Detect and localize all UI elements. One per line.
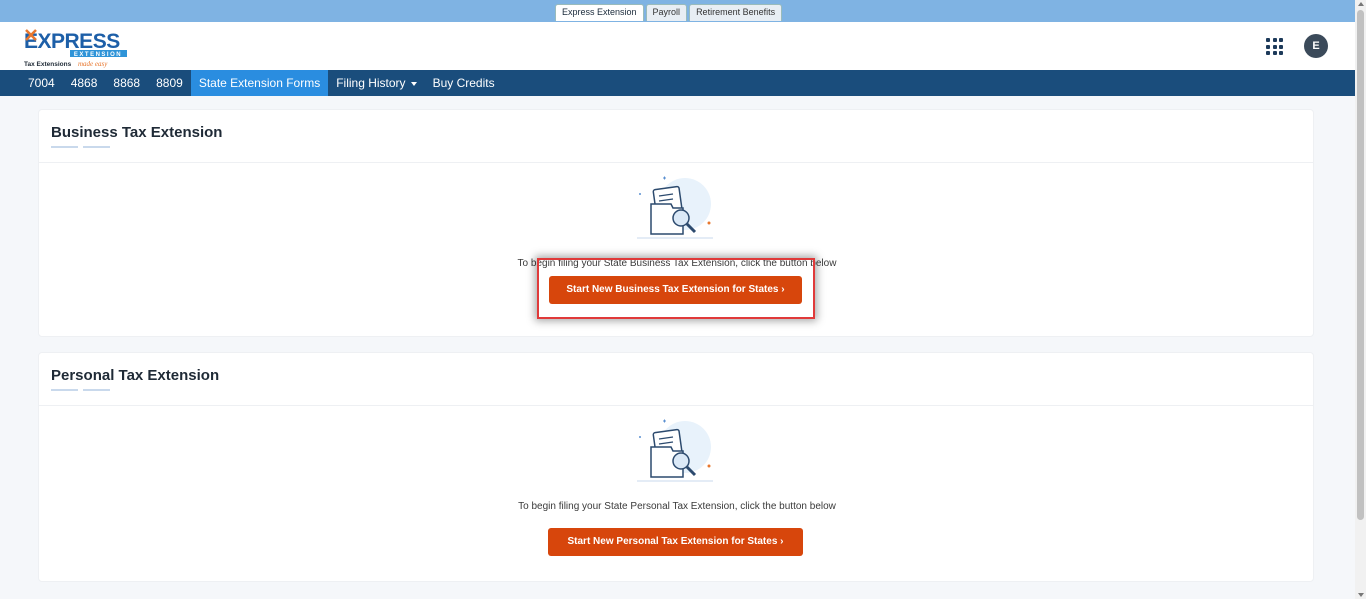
tab-express-extension[interactable]: Express Extension <box>555 4 644 21</box>
nav-state-extension-forms[interactable]: State Extension Forms <box>190 70 329 96</box>
tab-payroll[interactable]: Payroll <box>645 4 688 21</box>
nav-8868[interactable]: 8868 <box>105 70 148 96</box>
user-avatar[interactable]: E <box>1304 34 1328 58</box>
title-underline <box>83 146 110 148</box>
scrollbar-thumb[interactable] <box>1357 10 1364 520</box>
chevron-down-icon <box>410 81 417 86</box>
tab-retirement-benefits[interactable]: Retirement Benefits <box>689 4 783 21</box>
card-title: Business Tax Extension <box>51 124 223 141</box>
logo-tagline: Tax Extensions <box>24 61 72 68</box>
scroll-up-icon[interactable] <box>1358 2 1364 6</box>
title-underline <box>51 146 78 148</box>
logo-tagline-script: made easy <box>78 60 108 68</box>
nav-8809[interactable]: 8809 <box>148 70 191 96</box>
card-header: Business Tax Extension <box>39 110 1313 163</box>
apps-grid-icon[interactable] <box>1266 38 1283 55</box>
document-search-illustration <box>637 419 713 482</box>
nav-buy-credits[interactable]: Buy Credits <box>425 70 503 96</box>
main-nav: 7004 4868 8868 8809 State Extension Form… <box>0 70 1355 96</box>
title-underline <box>51 389 78 391</box>
card-title: Personal Tax Extension <box>51 367 220 384</box>
title-underline <box>83 389 110 391</box>
card-header: Personal Tax Extension <box>39 353 1313 406</box>
app-switcher-tabs: Express Extension Payroll Retirement Ben… <box>555 4 783 21</box>
logo-extension: EXTENSION <box>74 52 122 58</box>
highlight-box <box>537 258 815 319</box>
express-extension-logo[interactable]: EXPRESS EXTENSION Tax Extensions made ea… <box>22 26 130 68</box>
nav-7004[interactable]: 7004 <box>20 70 63 96</box>
scrollbar[interactable] <box>1355 0 1366 599</box>
start-personal-extension-button[interactable]: Start New Personal Tax Extension for Sta… <box>548 528 803 556</box>
header: EXPRESS EXTENSION Tax Extensions made ea… <box>0 22 1355 70</box>
personal-tax-extension-card: Personal Tax Extension To begin filing y… <box>38 352 1314 582</box>
nav-filing-history-label: Filing History <box>336 76 406 90</box>
document-search-illustration <box>637 176 713 239</box>
logo-word: EXPRESS <box>24 30 120 53</box>
instruction-text: To begin filing your State Personal Tax … <box>518 501 836 512</box>
scroll-down-icon[interactable] <box>1358 593 1364 597</box>
nav-4868[interactable]: 4868 <box>63 70 106 96</box>
nav-filing-history[interactable]: Filing History <box>328 70 424 96</box>
top-app-strip: Express Extension Payroll Retirement Ben… <box>0 0 1355 22</box>
